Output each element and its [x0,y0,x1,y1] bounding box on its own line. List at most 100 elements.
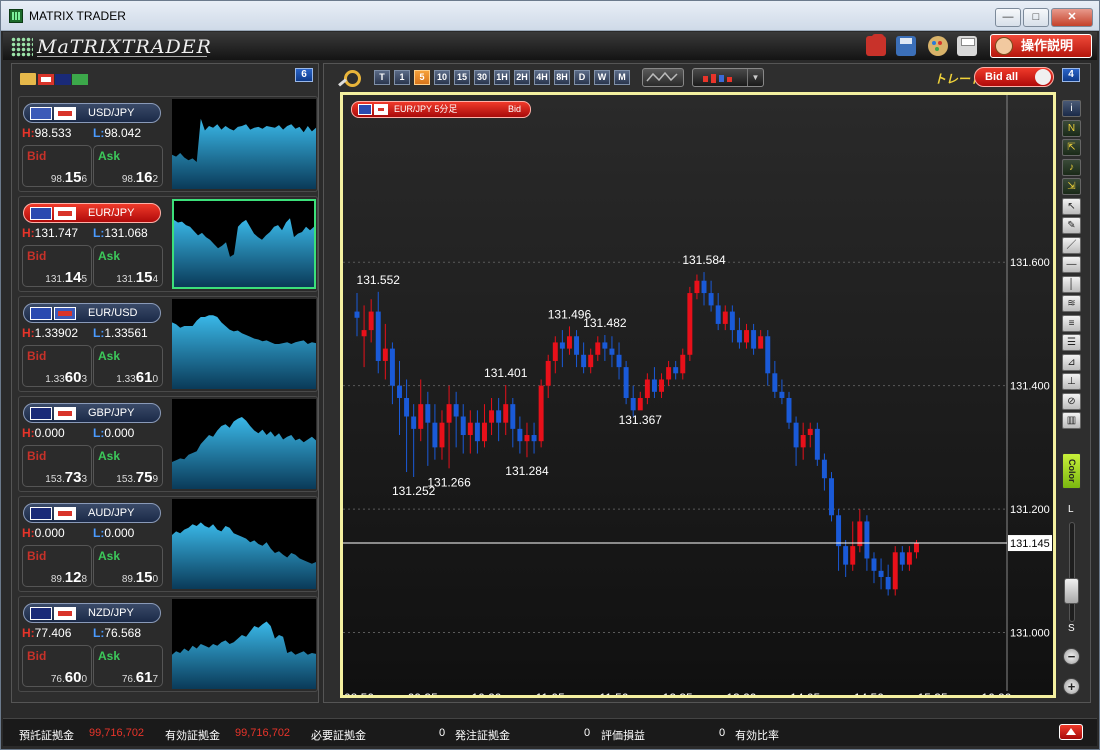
currency-pair-card[interactable]: USD/JPY H:98.533 L:98.042 Bid 98.156 Ask… [18,96,318,192]
horizontal-line-tool-icon[interactable]: — [1062,256,1081,273]
currency-pair-badge[interactable]: AUD/JPY [23,503,161,523]
mini-rate-chart[interactable] [172,599,316,689]
magnifier-icon[interactable] [338,70,361,87]
currency-pair-badge[interactable]: USD/JPY [23,103,161,123]
eraser-tool-icon[interactable]: ⊘ [1062,392,1081,410]
candle-body [368,311,374,331]
chart-count-badge[interactable]: 4 [1062,68,1080,82]
fibonacci-tool-icon[interactable]: ≋ [1062,295,1081,312]
mini-rate-chart[interactable] [172,399,316,489]
chart-type-select[interactable]: ▼ [692,68,764,87]
cursor-tool-icon[interactable]: ↖ [1062,197,1081,215]
bid-price-button[interactable]: Bid 1.33603 [22,345,92,387]
timeframe-5-button[interactable]: 5 [414,70,430,85]
currency-pair-card[interactable]: GBP/JPY H:0.000 L:0.000 Bid 153.733 Ask … [18,396,318,492]
ask-price-button[interactable]: Ask 98.162 [93,145,163,187]
gann-tool-icon[interactable]: ⊿ [1062,353,1081,371]
ask-price-button[interactable]: Ask 1.33610 [93,345,163,387]
channel-tool-icon[interactable]: ≡ [1062,314,1081,332]
vertical-line-tool-icon[interactable]: │ [1062,275,1081,293]
currency-pair-badge[interactable]: GBP/JPY [23,403,161,423]
save-icon[interactable] [896,36,916,56]
close-button[interactable]: ✕ [1051,8,1093,27]
low-price: L:0.000 [93,426,135,440]
bid-price: 89.128 [50,569,87,586]
bid-all-toggle[interactable]: Bid all [974,67,1054,87]
palette-icon[interactable] [928,36,948,56]
bid-price-button[interactable]: Bid 98.156 [22,145,92,187]
timeframe-10-button[interactable]: 10 [434,70,450,85]
rate-panel-count-badge[interactable]: 6 [295,68,313,82]
ask-price-button[interactable]: Ask 131.154 [93,245,163,287]
help-button[interactable]: 操作説明 [990,34,1092,58]
ask-price-button[interactable]: Ask 89.150 [93,545,163,587]
timeframe-m-button[interactable]: M [614,70,630,85]
currency-pair-card[interactable]: NZD/JPY H:77.406 L:76.568 Bid 76.600 Ask… [18,596,318,692]
candle-body [913,543,919,553]
ask-label: Ask [98,249,121,263]
x-tick-label: 09:35 [408,691,438,695]
maximize-button[interactable]: □ [1023,8,1049,27]
candle-body [595,342,601,355]
zoom-slider-track[interactable] [1069,522,1075,622]
candle-body [581,354,587,368]
alert-tool-icon[interactable]: ♪ [1062,158,1081,176]
chart-import-tool-icon[interactable]: ⇲ [1062,178,1081,195]
timeframe-1h-button[interactable]: 1H [494,70,510,85]
chart-export-tool-icon[interactable]: ⇱ [1062,139,1081,156]
printer-icon[interactable] [957,36,977,56]
color-tool-button[interactable]: Color [1062,453,1081,489]
bid-price-button[interactable]: Bid 131.145 [22,245,92,287]
timeframe-2h-button[interactable]: 2H [514,70,530,85]
currency-pair-card[interactable]: AUD/JPY H:0.000 L:0.000 Bid 89.128 Ask 8… [18,496,318,592]
bid-price-button[interactable]: Bid 153.733 [22,445,92,487]
trendline-tool-icon[interactable]: ／ [1062,236,1081,254]
ask-price-button[interactable]: Ask 76.617 [93,645,163,687]
mini-rate-chart[interactable] [172,299,316,389]
mini-rate-chart[interactable] [172,499,316,589]
currency-pair-card[interactable]: EUR/JPY H:131.747 L:131.068 Bid 131.145 … [18,196,318,292]
zoom-slider-handle[interactable] [1064,577,1079,604]
pen-tool-icon[interactable]: ✎ [1062,217,1081,234]
candle-body [800,435,806,448]
measure-tool-icon[interactable]: ⊥ [1062,373,1081,390]
timeframe-8h-button[interactable]: 8H [554,70,570,85]
delete-all-tool-icon[interactable]: ▥ [1062,412,1081,429]
currency-pair-badge[interactable]: EUR/JPY [23,203,161,223]
margin-ratio-label: 有効比率 [735,730,779,742]
folder-icon[interactable] [20,73,36,85]
currency-pair-badge[interactable]: EUR/USD [23,303,161,323]
parallel-lines-tool-icon[interactable]: ☰ [1062,334,1081,351]
bid-price-button[interactable]: Bid 89.128 [22,545,92,587]
timeframe-d-button[interactable]: D [574,70,590,85]
timeframe-w-button[interactable]: W [594,70,610,85]
candle-body [843,546,849,565]
currency-pair-name: EUR/JPY [88,207,135,219]
briefcase-icon[interactable] [866,34,886,56]
currency-pair-card[interactable]: EUR/USD H:1.33902 L:1.33561 Bid 1.33603 … [18,296,318,392]
info-tool-icon[interactable]: i [1062,100,1081,117]
mini-rate-chart[interactable] [172,199,316,289]
minimize-button[interactable]: — [995,8,1021,27]
arrow-up-icon[interactable] [1059,724,1083,740]
bid-price-button[interactable]: Bid 76.600 [22,645,92,687]
mini-chart-area [172,522,316,589]
zoom-out-button[interactable]: − [1063,648,1080,665]
high-price: H:77.406 [22,626,72,640]
currency-flags-icon[interactable] [38,72,90,86]
currency-pair-badge[interactable]: NZD/JPY [23,603,161,623]
app-window: MATRIX TRADER — □ ✕ MaTRIXTRADER 操作説明 6 [0,0,1100,750]
candlestick-chart[interactable]: EUR/JPY 5分足 Bid 131.000 131.200 131.400 131… [340,92,1056,698]
zoom-in-button[interactable]: + [1063,678,1080,695]
timeframe-1-button[interactable]: 1 [394,70,410,85]
ask-price: 131.154 [116,269,158,286]
line-chart-button[interactable] [642,68,684,87]
price-annotation: 131.367 [619,413,663,427]
ask-price-button[interactable]: Ask 153.759 [93,445,163,487]
timeframe-15-button[interactable]: 15 [454,70,470,85]
timeframe-30-button[interactable]: 30 [474,70,490,85]
timeframe-t-button[interactable]: T [374,70,390,85]
timeframe-4h-button[interactable]: 4H [534,70,550,85]
news-tool-icon[interactable]: N [1062,119,1081,137]
mini-rate-chart[interactable] [172,99,316,189]
